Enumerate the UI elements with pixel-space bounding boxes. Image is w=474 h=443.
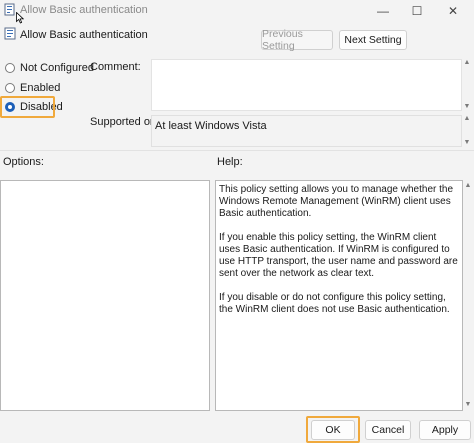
cancel-button[interactable]: Cancel [365, 420, 411, 440]
supported-scrollbar[interactable]: ▲ ▼ [462, 115, 472, 147]
policy-app-icon [4, 3, 16, 16]
help-text: This policy setting allows you to manage… [219, 184, 459, 328]
next-setting-button[interactable]: Next Setting [339, 30, 407, 50]
radio-label: Not Configured [20, 62, 94, 74]
scroll-up-icon[interactable]: ▲ [462, 115, 472, 123]
radio-not-configured[interactable]: Not Configured [5, 60, 94, 76]
maximize-button[interactable]: ☐ [400, 0, 434, 22]
maximize-icon: ☐ [411, 4, 423, 18]
mouse-cursor-icon [16, 11, 25, 27]
minimize-icon: — [377, 4, 389, 18]
options-label: Options: [3, 156, 44, 168]
comment-textarea[interactable] [151, 59, 462, 111]
policy-icon [4, 27, 17, 40]
help-paragraph: This policy setting allows you to manage… [219, 184, 454, 219]
minimize-button[interactable]: — [366, 0, 400, 22]
supported-on-value: At least Windows Vista [155, 120, 267, 132]
comment-label: Comment: [90, 61, 141, 73]
comment-scrollbar[interactable]: ▲ ▼ [462, 59, 472, 111]
scroll-down-icon[interactable]: ▼ [462, 139, 472, 147]
radio-label: Enabled [20, 82, 61, 94]
previous-setting-button[interactable]: Previous Setting [261, 28, 333, 52]
scroll-up-icon[interactable]: ▲ [462, 59, 472, 67]
help-label: Help: [217, 156, 243, 168]
close-button[interactable]: ✕ [436, 0, 470, 22]
apply-button[interactable]: Apply [419, 420, 471, 440]
scroll-down-icon[interactable]: ▼ [463, 401, 473, 409]
close-icon: ✕ [447, 4, 459, 18]
help-paragraph: If you disable or do not configure this … [219, 292, 450, 315]
divider [0, 150, 474, 151]
help-paragraph: If you enable this policy setting, the W… [219, 232, 458, 279]
ok-highlight-box [306, 416, 360, 443]
scroll-down-icon[interactable]: ▼ [462, 103, 472, 111]
radio-enabled[interactable]: Enabled [5, 80, 60, 96]
scroll-up-icon[interactable]: ▲ [463, 182, 473, 190]
options-pane [0, 180, 210, 411]
supported-on-label: Supported on: [90, 116, 160, 128]
window-title: Allow Basic authentication [20, 4, 148, 16]
disabled-highlight-box [0, 96, 55, 118]
radio-circle[interactable] [5, 83, 15, 93]
radio-circle[interactable] [5, 63, 15, 73]
help-scrollbar[interactable]: ▲ ▼ [463, 180, 473, 411]
policy-title: Allow Basic authentication [20, 29, 148, 41]
